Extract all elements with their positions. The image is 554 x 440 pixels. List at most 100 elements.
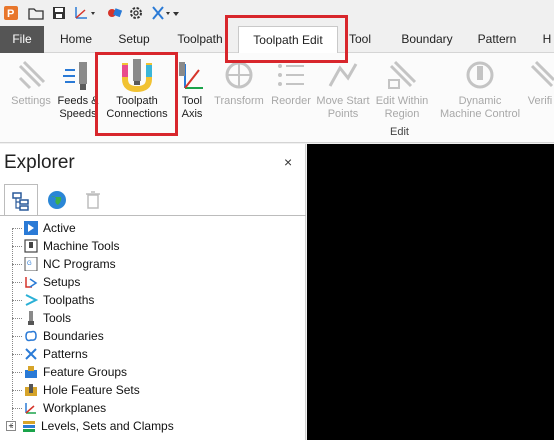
explorer-title: Explorer [4,152,75,173]
tab-file[interactable]: File [0,26,44,53]
tree-item-label: NC Programs [43,257,116,271]
verify-button[interactable]: Verifi [526,55,554,127]
customize-arrow-icon[interactable] [172,3,180,23]
tree-branch [12,354,22,355]
tool-axis-button[interactable]: Tool Axis [176,55,208,127]
tree-item-label: Tools [43,311,72,325]
tree-item-label: Feature Groups [43,365,128,379]
edit-within-label-1: Edit Within [375,95,429,107]
dynamic-machine-control-icon [434,55,526,95]
ribbon-panel: Settings Feeds & Speeds Toolpath Connect… [0,53,554,143]
tab-boundary[interactable]: Boundary [392,26,462,53]
dynamic-machine-control-button[interactable]: Dynamic Machine Control [434,55,526,127]
tab-more[interactable]: H [540,26,554,53]
globe-icon [48,191,66,209]
tree-view-icon [12,191,29,211]
move-start-label-1: Move Start [316,95,370,107]
patterns-icon [24,347,38,361]
graphics-viewport[interactable] [307,144,554,440]
svg-text:G: G [27,261,32,267]
tool-axis-icon [176,55,208,95]
tree-item-active[interactable]: Active [24,219,76,237]
tab-toolpath[interactable]: Toolpath [168,26,232,53]
tool-axis-label-1: Tool [181,95,203,107]
levels-icon [22,419,36,433]
tree-item-boundaries[interactable]: Boundaries [24,327,104,345]
intersect-dropdown-icon[interactable] [150,3,172,23]
explorer-tree-tab[interactable] [4,184,38,216]
tab-setup[interactable]: Setup [110,26,158,53]
feeds-speeds-icon [56,55,100,95]
reorder-label: Reorder [271,95,311,107]
settings-label: Settings [11,95,51,107]
close-icon[interactable]: × [284,154,292,170]
explorer-panel: Explorer × Active Machine Tools G NC Pro… [0,144,306,440]
tree-item-feature-groups[interactable]: Feature Groups [24,363,127,381]
tools-icon [24,311,38,325]
tree-item-label: Active [43,221,76,235]
save-icon[interactable] [50,3,68,23]
workplanes-icon [24,401,38,415]
boundaries-icon [24,329,38,343]
tree-item-toolpaths[interactable]: Toolpaths [24,291,94,309]
tab-home[interactable]: Home [52,26,100,53]
tool-axis-label-2: Axis [181,108,203,120]
edit-within-region-icon [372,55,432,95]
tree-item-label: Machine Tools [43,239,120,253]
tree-item-label: Patterns [43,347,88,361]
tree-item-label: Boundaries [43,329,104,343]
tree-branch [12,372,22,373]
move-start-points-button[interactable]: Move Start Points [312,55,374,127]
explorer-separator [0,215,306,216]
tree-item-setups[interactable]: Setups [24,273,80,291]
tree-branch [12,408,22,409]
expand-icon[interactable]: + [6,421,16,431]
transform-button[interactable]: Transform [210,55,268,127]
setups-icon [24,275,38,289]
tree-branch [12,246,22,247]
tree-item-label: Workplanes [43,401,107,415]
tree-item-levels-sets-clamps[interactable]: + Levels, Sets and Clamps [6,417,174,435]
tree-item-nc-programs[interactable]: G NC Programs [24,255,116,273]
tree-item-tools[interactable]: Tools [24,309,71,327]
tree-item-hole-feature-sets[interactable]: Hole Feature Sets [24,381,140,399]
tree-branch [12,390,22,391]
tab-pattern[interactable]: Pattern [472,26,522,53]
trash-icon [86,191,100,209]
tree-item-label: Setups [43,275,81,289]
settings-icon [6,55,56,95]
edit-within-region-button[interactable]: Edit Within Region [372,55,432,127]
shape-tool-icon[interactable] [105,3,125,23]
tree-item-label: Levels, Sets and Clamps [41,419,174,433]
edit-within-label-2: Region [384,108,420,120]
toolpaths-icon [24,293,38,307]
feature-groups-icon [24,365,38,379]
svg-text:P: P [7,8,14,20]
move-start-label-2: Points [327,108,359,120]
tree-item-patterns[interactable]: Patterns [24,345,88,363]
explorer-trash-tab[interactable] [76,184,110,216]
tree-branch [12,336,22,337]
tree-branch [12,282,22,283]
axis-dropdown-icon[interactable] [72,3,98,23]
gear-icon[interactable] [127,3,145,23]
feeds-speeds-label-1: Feeds & [57,95,99,107]
reorder-button[interactable]: Reorder [268,55,314,127]
tree-branch [12,228,22,229]
tree-item-machine-tools[interactable]: Machine Tools [24,237,120,255]
feeds-speeds-label-2: Speeds [59,108,97,120]
tree-item-label: Hole Feature Sets [43,383,140,397]
explorer-globe-tab[interactable] [40,184,74,216]
verify-icon [526,55,554,95]
app-logo-icon[interactable]: P [2,3,20,23]
settings-button[interactable]: Settings [6,55,56,127]
verify-label: Verifi [527,95,553,107]
nc-programs-icon: G [24,257,38,271]
tree-item-workplanes[interactable]: Workplanes [24,399,106,417]
highlight-toolpath-connections [95,52,178,136]
tree-branch [12,318,22,319]
open-folder-icon[interactable] [27,3,45,23]
hole-feature-sets-icon [24,383,38,397]
feeds-speeds-button[interactable]: Feeds & Speeds [56,55,100,127]
edit-group-label: Edit [390,126,409,138]
